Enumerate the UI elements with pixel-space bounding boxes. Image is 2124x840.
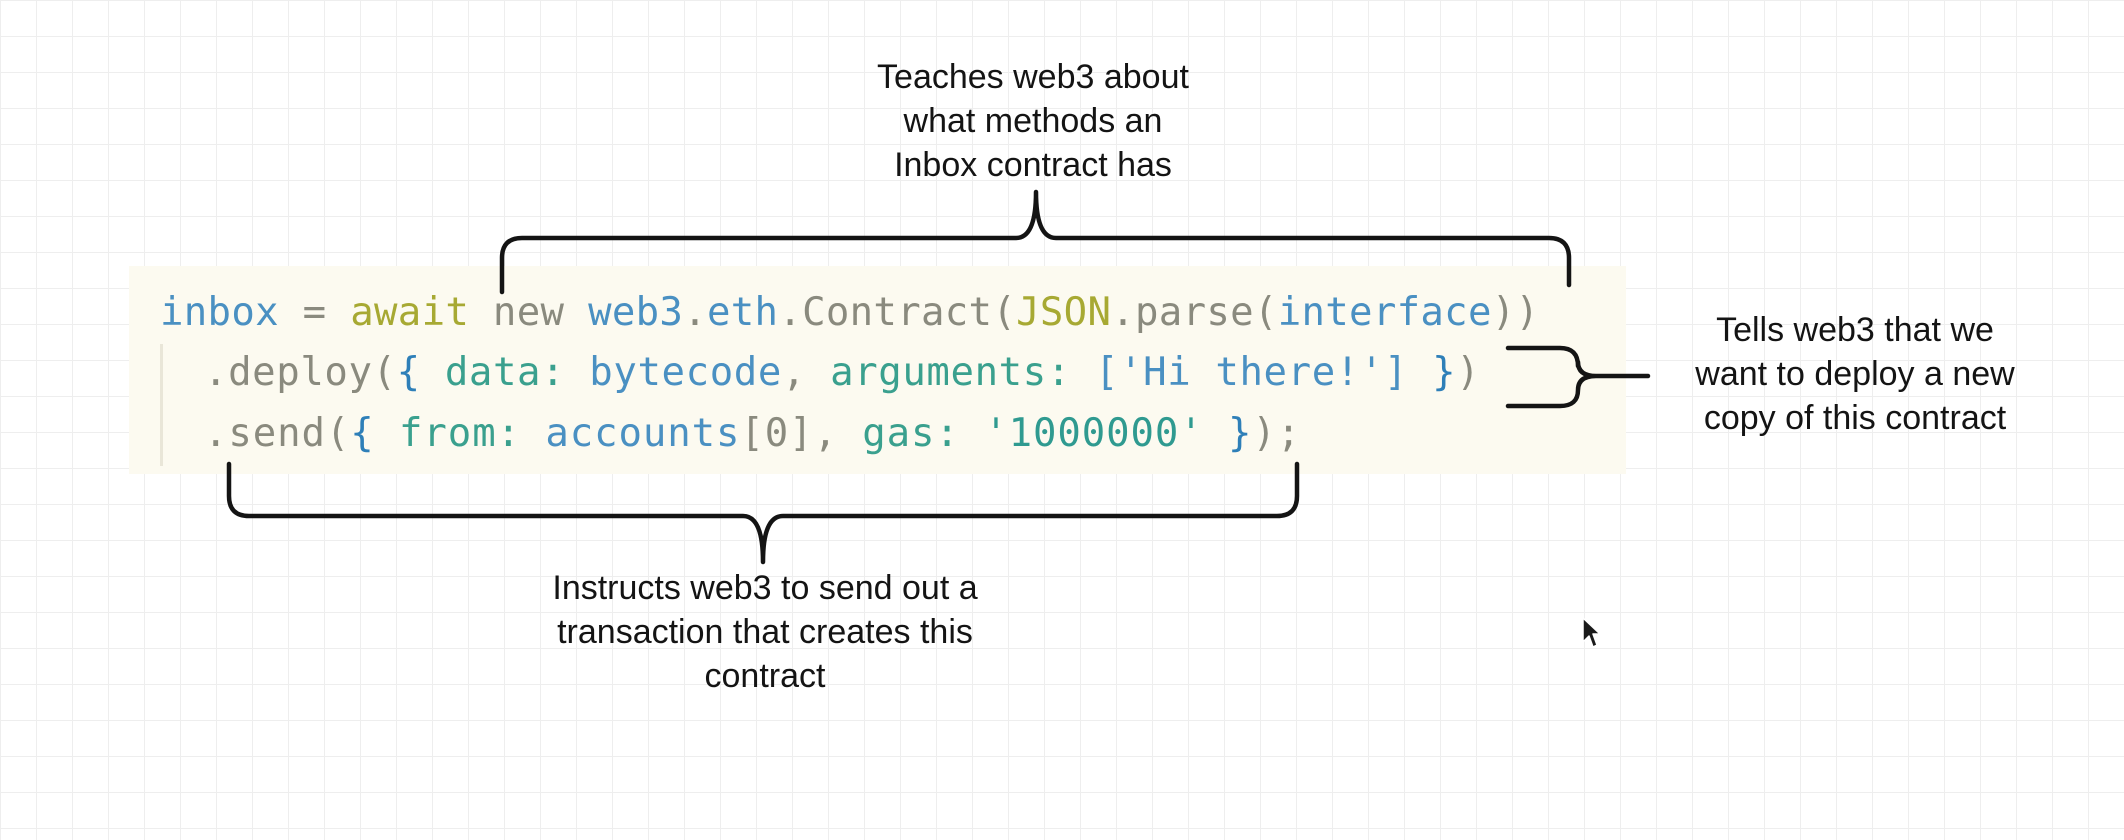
annotation-bottom: Instructs web3 to send out a transaction…: [500, 566, 1030, 698]
annotation-bottom-line-2: transaction that creates this: [557, 613, 973, 651]
bottom-brace: [226, 461, 1300, 565]
annotation-right-line-1: Tells web3 that we: [1716, 311, 1994, 349]
annotation-top-line-1: Teaches web3 about: [877, 58, 1189, 96]
annotation-top: Teaches web3 about what methods an Inbox…: [783, 55, 1283, 187]
annotation-right-line-3: copy of this contract: [1703, 399, 2007, 437]
mouse-cursor-icon: [1582, 617, 1601, 648]
annotation-top-line-3: Inbox contract has: [894, 146, 1172, 184]
annotation-bottom-line-3: contract: [704, 657, 826, 695]
annotation-top-line-2: what methods an: [903, 102, 1163, 140]
annotation-right: Tells web3 that we want to deploy a new …: [1600, 308, 2110, 440]
annotation-bottom-line-1: Instructs web3 to send out a: [552, 569, 978, 607]
annotation-right-line-2: want to deploy a new: [1695, 355, 2015, 393]
top-brace: [499, 189, 1572, 295]
